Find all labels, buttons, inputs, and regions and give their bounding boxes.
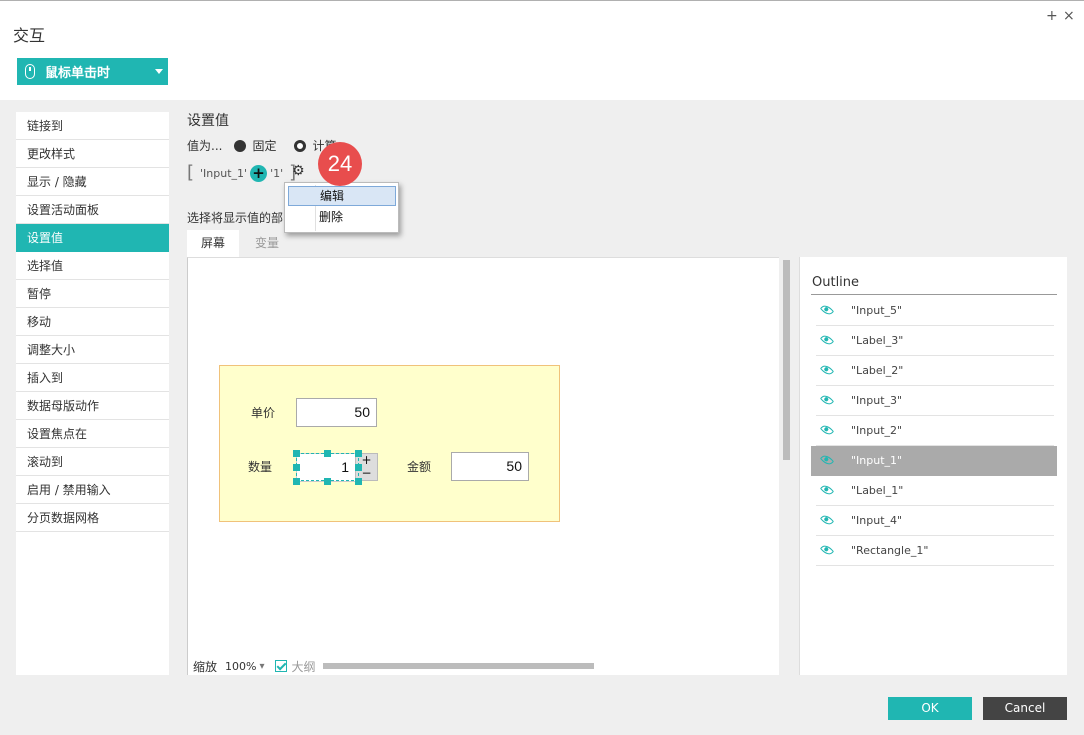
action-item[interactable]: 插入到 [16,364,169,392]
ok-button[interactable]: OK [888,697,972,720]
amount-label: 金额 [407,460,432,474]
close-icon[interactable]: × [1063,8,1075,24]
expr-left: 'Input_1' [200,166,248,180]
tab-screen[interactable]: 屏幕 [187,230,239,257]
eye-icon[interactable] [819,332,835,348]
zoom-select[interactable]: 100% [225,660,256,673]
canvas-bottom-bar: 缩放 100% ▾ 大纲 [188,656,316,676]
outline-item-label: "Input_1" [851,454,903,467]
outline-item[interactable]: "Input_4" [816,506,1054,536]
expr-right: '1' [270,166,284,180]
zoom-label: 缩放 [193,659,218,674]
rectangle-1[interactable] [219,365,560,522]
cancel-button[interactable]: Cancel [983,697,1067,720]
outline-item[interactable]: "Label_1" [816,476,1054,506]
outline-item-label: "Label_2" [851,364,904,377]
action-item[interactable]: 更改样式 [16,140,169,168]
eye-icon[interactable] [819,392,835,408]
resize-handle[interactable] [355,450,362,457]
action-item[interactable]: 选择值 [16,252,169,280]
eye-icon[interactable] [819,542,835,558]
vertical-scrollbar[interactable] [783,260,790,460]
action-item[interactable]: 滚动到 [16,448,169,476]
action-item[interactable]: 设置焦点在 [16,420,169,448]
resize-handle[interactable] [324,478,331,485]
outline-item-label: "Input_3" [851,394,903,407]
outline-item-label: "Input_5" [851,304,903,317]
horizontal-scrollbar[interactable] [323,663,594,669]
radio-fixed-label: 固定 [252,139,277,153]
outline-item-label: "Label_3" [851,334,904,347]
outline-item-label: "Input_4" [851,514,903,527]
radio-fixed[interactable] [234,139,247,152]
bracket-open: [ [187,162,195,183]
resize-handle[interactable] [355,464,362,471]
eye-icon[interactable] [819,362,835,378]
outline-item[interactable]: "Label_3" [816,326,1054,356]
action-item[interactable]: 分页数据网格 [16,504,169,532]
resize-handle[interactable] [293,450,300,457]
resize-handle[interactable] [293,478,300,485]
outline-item-label: "Label_1" [851,484,904,497]
mouse-icon [25,64,35,79]
outline-item-selected[interactable]: "Input_1" [811,446,1057,476]
qty-label: 数量 [248,460,273,474]
gear-icon[interactable]: ⚙ [292,163,305,179]
action-item[interactable]: 链接到 [16,112,169,140]
action-item[interactable]: 启用 / 禁用输入 [16,476,169,504]
unit-price-input[interactable]: 50 [296,398,377,427]
tab-variable[interactable]: 变量 [239,230,295,257]
action-list: 链接到 更改样式 显示 / 隐藏 设置活动面板 设置值 选择值 暂停 移动 调整… [16,112,169,675]
step-badge: 24 [318,142,362,186]
outline-item[interactable]: "Input_2" [816,416,1054,446]
radio-calc[interactable] [294,139,307,152]
top-border [0,0,1084,1]
menu-item-edit[interactable]: 编辑 [288,186,396,206]
context-menu: 编辑 删除 [284,182,399,233]
value-type-row: 值为... 固定 计算 [187,137,336,154]
action-item[interactable]: 移动 [16,308,169,336]
resize-handle[interactable] [324,450,331,457]
expression-box[interactable]: [ 'Input_1' + '1' ] [187,162,296,184]
eye-icon[interactable] [819,512,835,528]
selection-box [296,453,359,481]
outline-checkbox-label: 大纲 [291,659,316,674]
action-item[interactable]: 暂停 [16,280,169,308]
resize-handle[interactable] [293,464,300,471]
eye-icon[interactable] [819,422,835,438]
event-trigger-dropdown[interactable]: 鼠标单击时 [17,58,168,85]
amount-input[interactable]: 50 [451,452,529,481]
eye-icon[interactable] [819,302,835,318]
action-item-active[interactable]: 设置值 [16,224,169,252]
outline-item[interactable]: "Input_5" [816,296,1054,326]
outline-item[interactable]: "Rectangle_1" [816,536,1054,566]
action-item[interactable]: 设置活动面板 [16,196,169,224]
outline-panel: Outline "Input_5" "Label_3" "Label_2" "I… [799,257,1067,675]
select-widget-label: 选择将显示值的部 [187,211,284,225]
outline-checkbox[interactable] [274,660,287,672]
value-as-label: 值为... [187,139,223,153]
unit-price-label: 单价 [251,406,276,420]
outline-item-label: "Rectangle_1" [851,544,929,557]
outline-divider [811,294,1057,295]
menu-item-delete[interactable]: 删除 [288,207,396,227]
outline-item[interactable]: "Label_2" [816,356,1054,386]
eye-icon[interactable] [819,452,835,468]
eye-icon[interactable] [819,482,835,498]
action-item[interactable]: 数据母版动作 [16,392,169,420]
add-icon[interactable]: + [1046,8,1058,24]
action-item[interactable]: 调整大小 [16,336,169,364]
outline-title: Outline [812,275,860,290]
action-item[interactable]: 显示 / 隐藏 [16,168,169,196]
section-title: 设置值 [187,113,229,129]
outline-item-label: "Input_2" [851,424,903,437]
chevron-down-icon [155,69,163,74]
chevron-down-icon[interactable]: ▾ [259,661,264,672]
dialog-title: 交互 [13,26,46,45]
event-trigger-label: 鼠标单击时 [45,66,111,81]
resize-handle[interactable] [355,478,362,485]
outline-item[interactable]: "Input_3" [816,386,1054,416]
plus-icon[interactable]: + [250,164,268,182]
